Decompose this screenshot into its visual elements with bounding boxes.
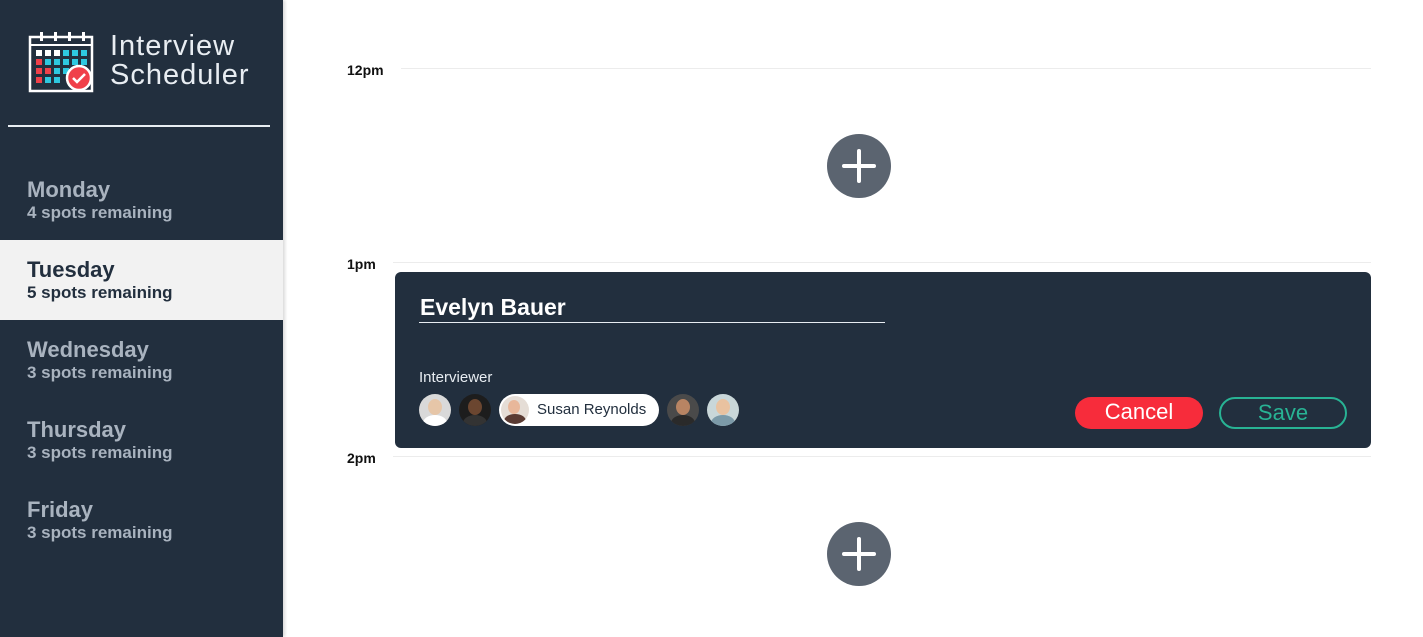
selected-interviewer-name: Susan Reynolds (537, 401, 647, 418)
day-item-friday[interactable]: Friday 3 spots remaining (0, 480, 283, 560)
appointment-form: Interviewer Susan Reynolds (395, 272, 1371, 448)
sidebar: Interview Scheduler Monday 4 spots remai… (0, 0, 283, 637)
sidebar-divider (8, 125, 270, 127)
cancel-button[interactable]: Cancel (1075, 397, 1203, 429)
day-spots: 4 spots remaining (27, 203, 173, 222)
slot-divider (393, 456, 1371, 457)
schedule-main: 12pm 1pm Interviewer Susan Reynolds (283, 0, 1423, 637)
day-spots: 5 spots remaining (27, 283, 173, 302)
app-title-line1: Interview (110, 30, 236, 62)
day-spots: 3 spots remaining (27, 523, 173, 542)
time-slot-label: 12pm (347, 62, 384, 78)
app-title-line2: Scheduler (110, 59, 250, 91)
day-spots: 3 spots remaining (27, 363, 173, 382)
slot-divider (393, 262, 1371, 263)
calendar-check-icon (28, 32, 94, 93)
day-item-tuesday[interactable]: Tuesday 5 spots remaining (0, 240, 283, 320)
slot-divider (401, 68, 1371, 69)
time-slot-label: 2pm (347, 450, 376, 466)
interviewer-avatar[interactable] (707, 394, 739, 426)
day-spots: 3 spots remaining (27, 443, 173, 462)
interviewer-avatar[interactable] (459, 394, 491, 426)
interviewer-label: Interviewer (419, 369, 493, 386)
day-name: Tuesday (27, 257, 115, 282)
day-name: Wednesday (27, 337, 149, 362)
add-appointment-button[interactable] (827, 522, 891, 586)
interviewer-avatar[interactable] (419, 394, 451, 426)
day-name: Friday (27, 497, 94, 522)
day-item-thursday[interactable]: Thursday 3 spots remaining (0, 400, 283, 480)
day-list: Monday 4 spots remaining Tuesday 5 spots… (0, 160, 283, 560)
time-slot-label: 1pm (347, 256, 376, 272)
interviewer-avatar[interactable] (667, 394, 699, 426)
selected-interviewer[interactable]: Susan Reynolds (499, 394, 659, 426)
interviewer-avatar (501, 396, 529, 424)
day-item-wednesday[interactable]: Wednesday 3 spots remaining (0, 320, 283, 400)
day-name: Monday (27, 177, 111, 202)
add-appointment-button[interactable] (827, 134, 891, 198)
app-title: Interview Scheduler (110, 32, 250, 90)
day-name: Thursday (27, 417, 127, 442)
student-name-input[interactable] (419, 292, 885, 323)
day-item-monday[interactable]: Monday 4 spots remaining (0, 160, 283, 240)
save-button[interactable]: Save (1219, 397, 1347, 429)
